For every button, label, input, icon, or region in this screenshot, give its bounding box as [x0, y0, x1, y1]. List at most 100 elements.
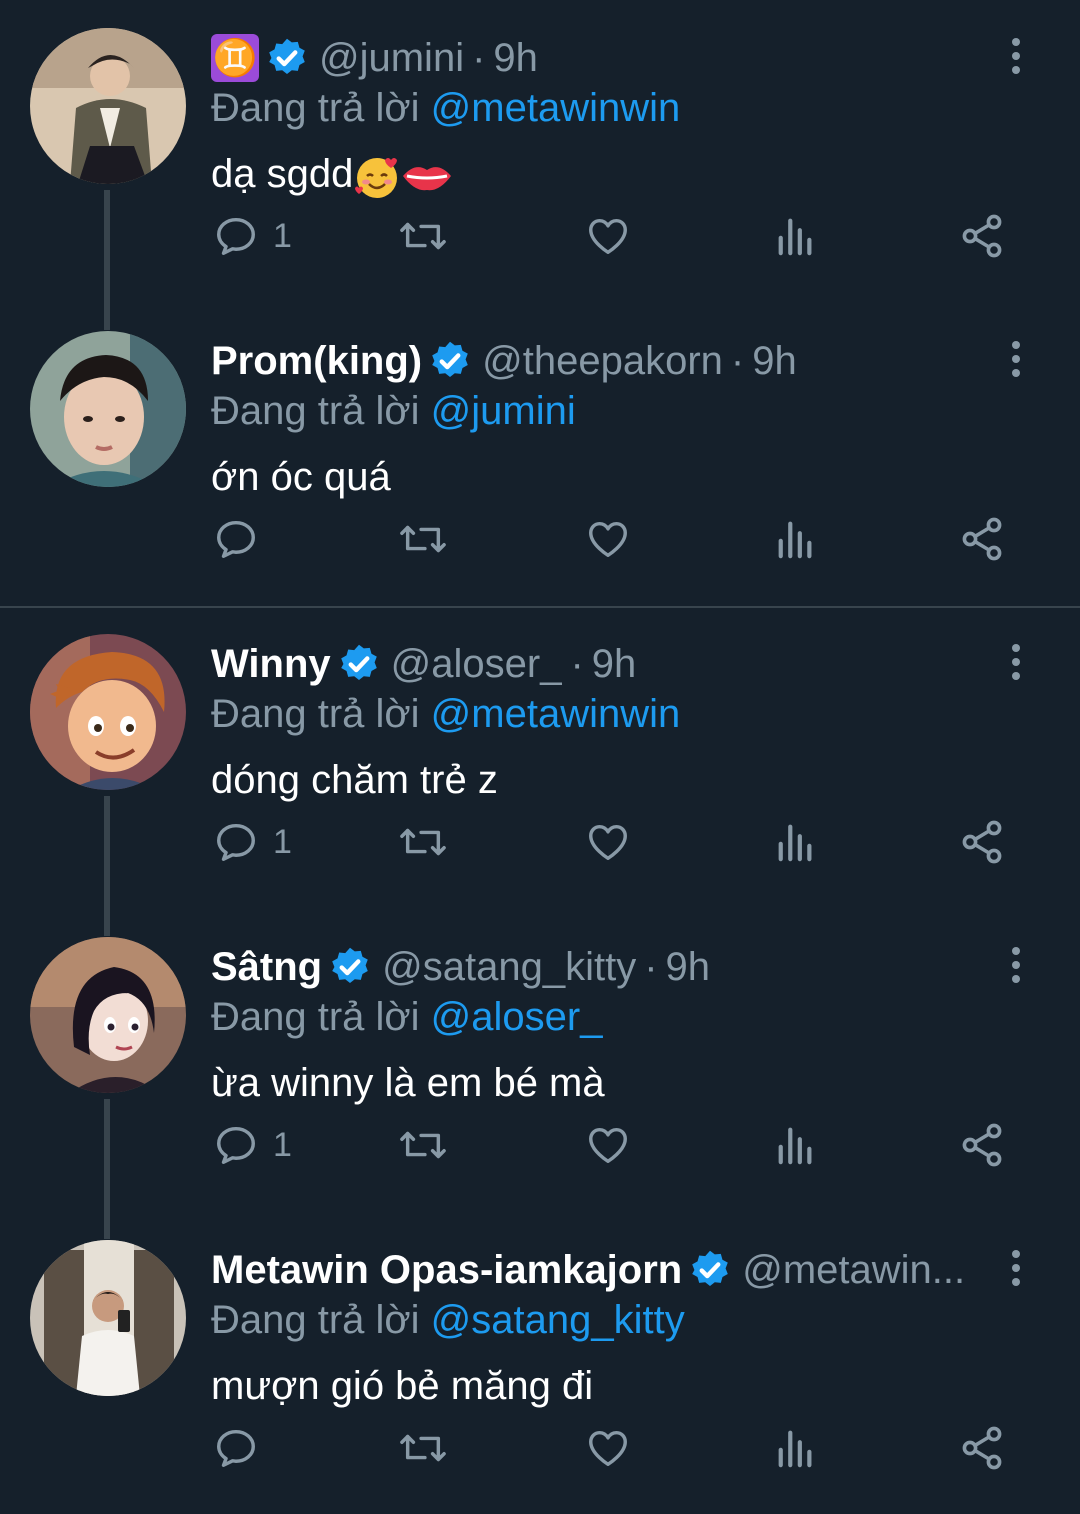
share-button[interactable]	[958, 509, 1006, 569]
reply-button[interactable]: 1	[213, 206, 292, 266]
share-icon	[962, 1123, 1002, 1167]
like-button[interactable]	[585, 206, 631, 266]
timestamp[interactable]: 9h	[666, 939, 711, 995]
views-icon	[778, 521, 812, 559]
verified-badge-icon	[340, 644, 377, 680]
views-icon	[778, 824, 812, 862]
user-handle[interactable]: @jumini	[319, 30, 464, 86]
replying-to-line: Đang trả lời @metawinwin	[211, 82, 680, 134]
views-button[interactable]	[775, 1115, 817, 1175]
tweet[interactable]: Prom(king) @theepakorn · 9h Đang trả lời…	[0, 303, 1080, 606]
tweet[interactable]: Winny @aloser_ · 9h Đang trả lời @metawi…	[0, 606, 1080, 909]
replying-to-line: Đang trả lời @metawinwin	[211, 688, 680, 740]
like-button[interactable]	[585, 812, 631, 872]
mention-link[interactable]: @jumini	[431, 389, 576, 433]
replying-to-line: Đang trả lời @aloser_	[211, 991, 602, 1043]
avatar[interactable]	[30, 937, 186, 1093]
action-bar: 1	[0, 812, 1080, 872]
reply-button[interactable]: 1	[213, 812, 292, 872]
like-button[interactable]	[585, 1418, 631, 1478]
action-bar	[0, 509, 1080, 569]
display-name[interactable]: Metawin Opas-iamkajorn	[211, 1242, 682, 1298]
share-icon	[962, 820, 1002, 864]
replying-label: Đang trả lời	[211, 1298, 420, 1342]
like-button[interactable]	[585, 509, 631, 569]
like-button[interactable]	[585, 1115, 631, 1175]
tweet-text: ừa winny là em bé mà	[211, 1061, 605, 1105]
reply-icon	[217, 823, 255, 861]
timestamp[interactable]: 9h	[752, 333, 797, 389]
mention-link[interactable]: @metawinwin	[431, 692, 681, 736]
user-handle[interactable]: @aloser_	[391, 636, 563, 692]
retweet-icon	[400, 1131, 446, 1159]
timestamp[interactable]: 9h	[592, 636, 637, 692]
replying-label: Đang trả lời	[211, 692, 420, 736]
retweet-icon	[400, 828, 446, 856]
retweet-button[interactable]	[398, 1115, 448, 1175]
timestamp[interactable]: 9h	[493, 30, 538, 86]
avatar[interactable]	[30, 1240, 186, 1396]
user-handle[interactable]: @metawin...	[742, 1242, 965, 1298]
avatar[interactable]	[30, 28, 186, 184]
tweet[interactable]: Sâtng @satang_kitty · 9h Đang trả lời @a…	[0, 909, 1080, 1212]
action-bar: 1	[0, 206, 1080, 266]
replying-to-line: Đang trả lời @satang_kitty	[211, 1294, 685, 1346]
retweet-button[interactable]	[398, 509, 448, 569]
reply-button[interactable]: 1	[213, 1115, 292, 1175]
heart-icon	[589, 1127, 627, 1164]
heart-icon	[589, 521, 627, 558]
reply-icon	[217, 1429, 255, 1467]
views-button[interactable]	[775, 812, 817, 872]
avatar[interactable]	[30, 634, 186, 790]
verified-badge-icon	[692, 1250, 729, 1286]
replying-to-line: Đang trả lời @jumini	[211, 385, 576, 437]
separator-dot: ·	[644, 945, 658, 989]
more-options-icon[interactable]	[1004, 1248, 1028, 1288]
reply-icon	[217, 217, 255, 255]
reply-count: 1	[273, 822, 292, 861]
tweet[interactable]: ♊ @jumini · 9h Đang trả lời @metawinwin …	[0, 0, 1080, 303]
retweet-icon	[400, 525, 446, 553]
verified-badge-icon	[332, 947, 368, 983]
avatar[interactable]	[30, 331, 186, 487]
share-icon	[962, 517, 1002, 561]
display-name[interactable]: Prom(king)	[211, 333, 422, 389]
separator-dot: ·	[730, 339, 745, 383]
retweet-button[interactable]	[398, 1418, 448, 1478]
tweet[interactable]: Metawin Opas-iamkajorn @metawin... Đang …	[0, 1212, 1080, 1514]
share-button[interactable]	[958, 812, 1006, 872]
mention-link[interactable]: @aloser_	[431, 995, 603, 1039]
separator-dot: ·	[570, 642, 584, 686]
share-button[interactable]	[958, 1115, 1006, 1175]
tweet-text-content: dạ sgdd	[211, 152, 354, 196]
more-options-icon[interactable]	[1004, 642, 1028, 682]
views-button[interactable]	[775, 1418, 817, 1478]
more-options-icon[interactable]	[1004, 339, 1028, 379]
share-icon	[962, 1426, 1002, 1470]
more-options-icon[interactable]	[1004, 36, 1028, 76]
separator-dot: ·	[472, 36, 486, 80]
user-handle[interactable]: @satang_kitty	[382, 939, 636, 995]
retweet-icon	[400, 222, 446, 250]
display-name[interactable]: Sâtng	[211, 939, 322, 995]
share-button[interactable]	[958, 1418, 1006, 1478]
reply-button[interactable]	[213, 509, 273, 569]
mention-link[interactable]: @satang_kitty	[431, 1298, 685, 1342]
action-bar: 1	[0, 1115, 1080, 1175]
tweet-text: mượn gió bẻ măng đi	[211, 1364, 594, 1408]
more-options-icon[interactable]	[1004, 945, 1028, 985]
tweet-header: Winny @aloser_ · 9h	[211, 636, 970, 692]
retweet-button[interactable]	[398, 206, 448, 266]
tweet-header: Prom(king) @theepakorn · 9h	[211, 333, 970, 389]
retweet-button[interactable]	[398, 812, 448, 872]
views-icon	[778, 218, 812, 256]
views-icon	[778, 1127, 812, 1165]
mention-link[interactable]: @metawinwin	[431, 86, 681, 130]
reply-button[interactable]	[213, 1418, 273, 1478]
user-handle[interactable]: @theepakorn	[482, 333, 723, 389]
display-name[interactable]: Winny	[211, 636, 331, 692]
tweet-header: ♊ @jumini · 9h	[211, 30, 970, 86]
views-button[interactable]	[775, 509, 817, 569]
views-button[interactable]	[775, 206, 817, 266]
share-button[interactable]	[958, 206, 1006, 266]
